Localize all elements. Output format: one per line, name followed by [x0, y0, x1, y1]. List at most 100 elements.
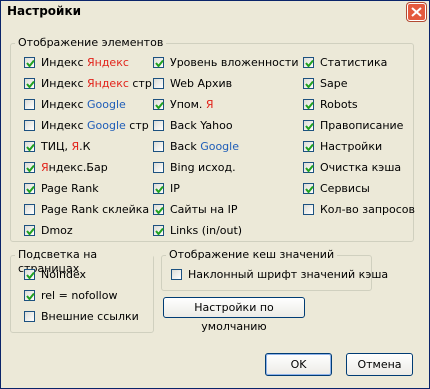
label-text: Sape [320, 77, 348, 90]
checkbox-label: Очистка кэша [320, 160, 401, 176]
close-icon [411, 7, 422, 17]
label-text: Настройки [320, 140, 383, 153]
label-text: Web Архив [170, 77, 233, 90]
elements-group: Отображение элементов Индекс Яндекс Индек… [10, 36, 415, 242]
checkmark-icon [26, 227, 35, 236]
checkmark-icon [155, 206, 164, 215]
title-bar[interactable]: Настройки [1, 1, 429, 23]
label-text: Bing исход. [170, 161, 236, 174]
checkbox-box[interactable] [303, 57, 314, 68]
checkbox-label: Упом. Я [170, 97, 214, 113]
checkbox-box[interactable] [24, 120, 35, 131]
checkbox-label: Яндекс.Бар [41, 160, 108, 176]
checkbox-label: Наклонный шрифт значений кэша [188, 267, 388, 283]
label-tail: стр [128, 77, 152, 90]
checkbox-box[interactable] [303, 162, 314, 173]
label-text: Dmoz [41, 224, 73, 237]
label-text: Сервисы [320, 182, 370, 195]
checkbox-label: Sape [320, 76, 347, 92]
checkmark-icon [155, 101, 164, 110]
checkbox-label: Индекс Google [41, 97, 126, 113]
checkbox-box[interactable] [24, 225, 35, 236]
label-text: Наклонный шрифт значений кэша [188, 268, 389, 281]
checkmark-icon [305, 101, 314, 110]
checkbox-label: rel = nofollow [41, 288, 117, 304]
checkbox-label: Кол-во запросов [320, 202, 415, 218]
checkbox-box[interactable] [153, 225, 164, 236]
checkbox-box[interactable] [303, 120, 314, 131]
checkbox-box[interactable] [303, 78, 314, 89]
checkbox-box[interactable] [303, 204, 314, 215]
checkbox-box[interactable] [24, 78, 35, 89]
brand-text: Google [200, 140, 239, 153]
brand-text: Яндекс [86, 56, 129, 69]
checkmark-icon [26, 143, 35, 152]
checkbox-box[interactable] [24, 183, 35, 194]
brand-text: Google [86, 98, 126, 111]
checkbox-box[interactable] [153, 78, 164, 89]
label-text: Кол-во запросов [320, 203, 416, 216]
brand-text: Я [205, 98, 214, 111]
label-text: Уровень вложенности [170, 56, 299, 69]
label-text: Индекс [41, 98, 87, 111]
highlight-group: Подсветка на страницах Noindex rel = nofo… [10, 248, 154, 333]
checkbox-label: Индекс Яндекс стр [41, 76, 152, 92]
label-text: Page Rank склейка [41, 203, 150, 216]
checkbox-box[interactable] [153, 162, 164, 173]
checkbox-label: Robots [320, 97, 358, 113]
label-text: Back Yahoo [170, 119, 233, 132]
checkbox-box[interactable] [171, 269, 182, 280]
checkbox-label: Dmoz [41, 223, 73, 239]
cache-group: Отображение кеш значений Наклонный шрифт… [161, 248, 388, 291]
checkbox-label: Сервисы [320, 181, 370, 197]
checkbox-box[interactable] [24, 290, 35, 301]
cancel-button[interactable]: Отмена [346, 353, 413, 376]
close-button[interactable] [407, 3, 426, 21]
checkbox-box[interactable] [24, 162, 35, 173]
label-text: Индекс [41, 77, 87, 90]
brand-text: Google [86, 119, 126, 132]
checkbox-label: Links (in/out) [170, 223, 242, 239]
checkbox-label: Noindex [41, 267, 86, 283]
label-tail: стр [125, 119, 149, 132]
checkbox-box[interactable] [153, 57, 164, 68]
checkbox-box[interactable] [24, 57, 35, 68]
cache-group-legend: Отображение кеш значений [166, 248, 338, 262]
checkmark-icon [26, 164, 35, 173]
ok-button[interactable]: OK [265, 353, 332, 376]
checkmark-icon [26, 80, 35, 89]
label-text: Robots [320, 98, 358, 111]
checkbox-label: Page Rank склейка [41, 202, 149, 218]
checkbox-label: Внешние ссылки [41, 309, 139, 325]
window-title: Настройки [7, 4, 82, 18]
label-text: IP [170, 182, 180, 195]
checkbox-box[interactable] [153, 99, 164, 110]
checkmark-icon [305, 80, 314, 89]
checkbox-box[interactable] [153, 141, 164, 152]
checkbox-box[interactable] [153, 183, 164, 194]
checkbox-box[interactable] [153, 204, 164, 215]
checkbox-label: Настройки [320, 139, 382, 155]
checkbox-box[interactable] [303, 141, 314, 152]
label-text: Очистка кэша [320, 161, 402, 174]
checkbox-box[interactable] [303, 183, 314, 194]
label-tail: ндекс.Бар [48, 161, 108, 174]
checkbox-box[interactable] [24, 311, 35, 322]
defaults-button[interactable]: Настройки по умолчанию [163, 297, 305, 333]
label-text: Back [170, 140, 201, 153]
checkmark-icon [26, 292, 35, 301]
checkmark-icon [305, 164, 314, 173]
checkbox-label: IP [170, 181, 180, 197]
label-text: Page Rank [41, 182, 99, 195]
checkbox-box[interactable] [24, 204, 35, 215]
brand-text: Я [41, 161, 49, 174]
checkbox-box[interactable] [303, 99, 314, 110]
checkbox-box[interactable] [24, 269, 35, 280]
checkbox-box[interactable] [24, 99, 35, 110]
label-text: ТИЦ, [41, 140, 72, 153]
checkbox-box[interactable] [24, 141, 35, 152]
checkbox-box[interactable] [153, 120, 164, 131]
checkbox-label: Индекс Google стр [41, 118, 149, 134]
checkbox-label: Web Архив [170, 76, 232, 92]
checkbox-label: Сайты на IP [170, 202, 237, 218]
